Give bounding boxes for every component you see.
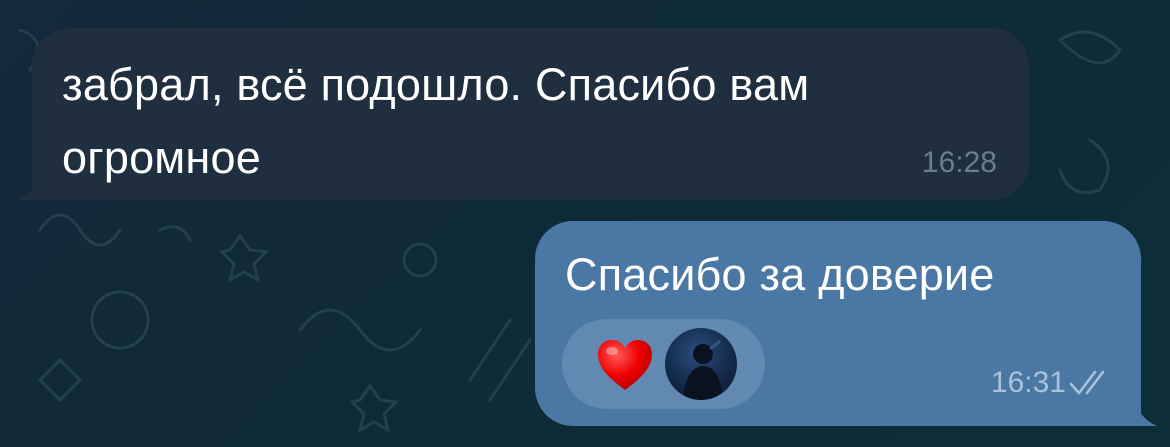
incoming-bubble-tail [18, 178, 48, 200]
heart-emoji-icon [598, 340, 652, 390]
reactor-avatar[interactable] [665, 328, 737, 400]
outgoing-message-text: Спасибо за доверие [565, 249, 995, 300]
incoming-message-time: 16:28 [921, 146, 997, 179]
outgoing-message-time: 16:31 [990, 366, 1066, 399]
outgoing-bubble-tail [1125, 402, 1157, 426]
person-silhouette-icon [683, 340, 723, 400]
incoming-message-bubble[interactable]: забрал, всё подошло. Спасибо вам огромно… [32, 28, 1029, 200]
incoming-message-text: забрал, всё подошло. Спасибо вам огромно… [62, 59, 810, 183]
reaction-pill[interactable] [562, 319, 765, 409]
outgoing-message-bubble[interactable]: Спасибо за доверие 16:31 [535, 221, 1141, 426]
double-check-read-icon [1069, 370, 1105, 395]
